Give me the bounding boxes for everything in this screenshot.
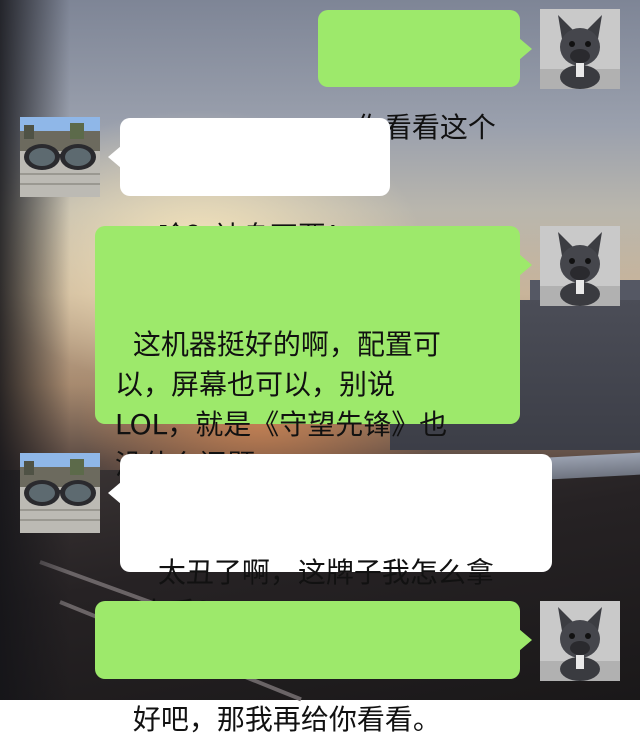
message-bubble-sent[interactable]: 好吧，那我再给你看看。 [95,601,532,736]
message-bubble-sent[interactable]: 你看看这个 [318,10,532,144]
bubble-tail [519,254,532,276]
dog-avatar-icon[interactable] [540,9,620,89]
sunglasses-avatar-icon[interactable] [20,453,100,533]
bubble-tail [519,629,532,651]
dog-avatar-icon[interactable] [540,601,620,681]
message-bubble-received[interactable]: 啥？神舟不要！ [108,118,390,253]
message-bubble-sent[interactable]: 这机器挺好的啊，配置可 以，屏幕也可以，别说 LOL，就是《守望先锋》也 没什么… [95,226,532,481]
message-text: 好吧，那我再给你看看。 [132,703,441,736]
bubble-tail [108,146,121,168]
bubble-tail [108,482,121,504]
sunglasses-avatar-icon[interactable] [20,117,100,197]
bubble-tail [519,38,532,60]
message-bubble-received[interactable]: 太丑了啊，这牌子我怎么拿 出手？ [108,454,552,629]
dog-avatar-icon[interactable] [540,226,620,306]
background-shade [0,0,70,700]
